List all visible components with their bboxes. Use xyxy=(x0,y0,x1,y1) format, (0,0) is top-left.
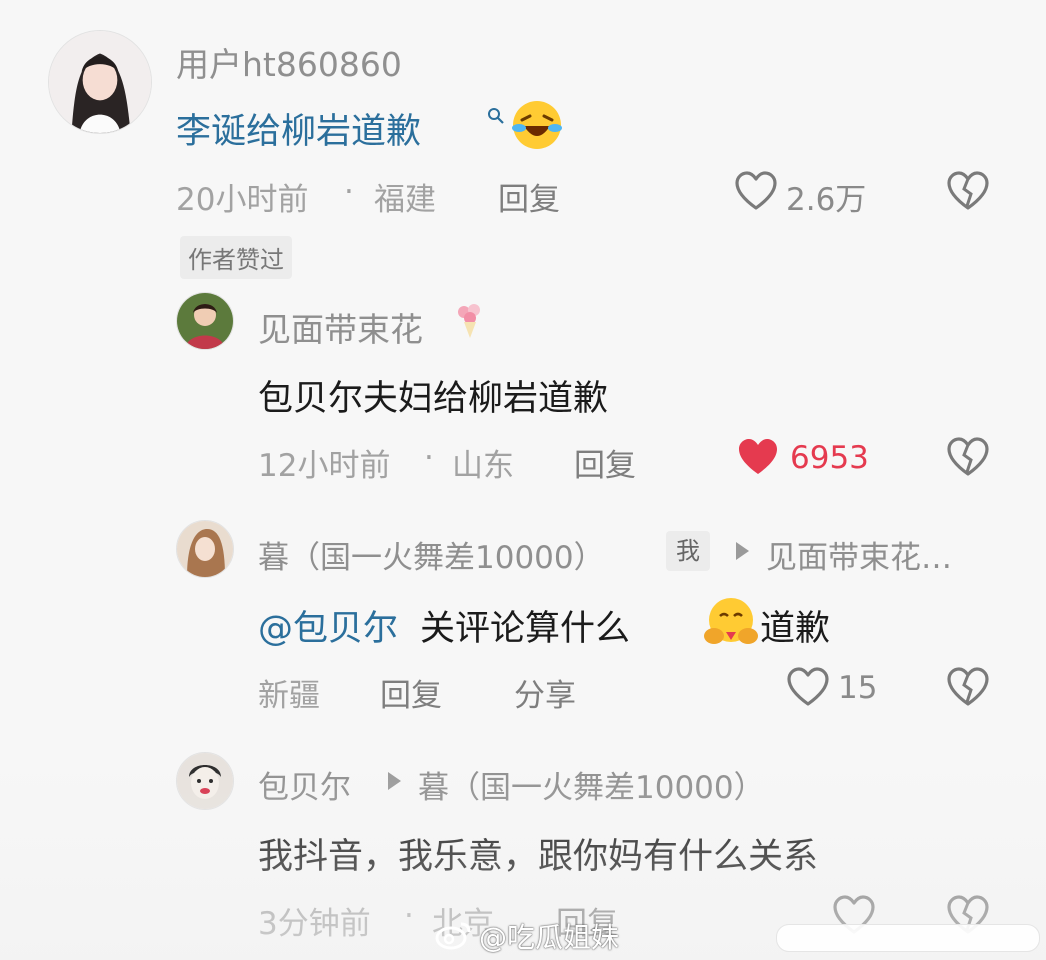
separator: · xyxy=(344,174,354,210)
username[interactable]: 包贝尔 xyxy=(258,762,351,807)
comment-text-end: 道歉 xyxy=(760,609,831,649)
search-icon[interactable] xyxy=(486,106,506,130)
hugging-face-emoji-icon xyxy=(704,596,758,652)
comment-time: 3分钟前 xyxy=(258,906,371,942)
comment-3: 暮（国一火舞差10000） 我 见面带束花… @包贝尔 关评论算什么 道歉 新疆… xyxy=(0,500,1046,740)
username[interactable]: 用户ht860860 xyxy=(176,38,402,86)
comment-1: 用户ht860860 李诞给柳岩道歉 20小时前 · 福建 回复 2.6万 作者… xyxy=(0,0,1046,280)
weibo-logo-icon xyxy=(435,918,473,954)
mention-link[interactable]: @包贝尔 xyxy=(258,600,398,651)
bouquet-emoji-icon xyxy=(450,300,490,344)
comment-location: 福建 xyxy=(374,182,436,218)
me-tag: 我 xyxy=(666,531,710,571)
comment-2: 见面带束花 包贝尔夫妇给柳岩道歉 12小时前 · 山东 回复 6953 xyxy=(0,280,1046,500)
comment-location: 山东 xyxy=(452,448,514,484)
reply-button[interactable]: 回复 xyxy=(380,670,442,715)
username[interactable]: 见面带束花 xyxy=(258,303,423,351)
comment-time: 12小时前 xyxy=(258,448,391,484)
separator: · xyxy=(424,440,434,476)
like-count: 15 xyxy=(838,670,878,706)
broken-heart-icon[interactable] xyxy=(946,436,990,482)
like-count: 2.6万 xyxy=(786,182,867,218)
heart-outline-icon[interactable] xyxy=(786,666,830,712)
reply-button[interactable]: 回复 xyxy=(498,174,560,219)
reply-arrow-icon xyxy=(736,542,749,560)
reply-button[interactable]: 回复 xyxy=(574,440,636,485)
heart-outline-icon[interactable] xyxy=(734,170,778,216)
separator: · xyxy=(404,898,414,934)
comment-text: 我抖音，我乐意，跟你妈有什么关系 xyxy=(258,837,819,877)
avatar[interactable] xyxy=(48,30,152,134)
avatar[interactable] xyxy=(176,520,234,578)
comment-text: 关评论算什么 xyxy=(420,609,631,649)
comment-text-link[interactable]: 李诞给柳岩道歉 xyxy=(176,103,421,154)
reply-to-username[interactable]: 见面带束花… xyxy=(766,532,952,577)
author-liked-tag: 作者赞过 xyxy=(180,236,292,279)
like-count: 6953 xyxy=(790,440,869,476)
laughing-crying-emoji-icon xyxy=(510,98,564,156)
comment-time: 20小时前 xyxy=(176,182,309,218)
reply-to-username[interactable]: 暮（国一火舞差10000） xyxy=(418,762,765,807)
heart-filled-icon[interactable] xyxy=(736,436,780,482)
avatar[interactable] xyxy=(176,292,234,350)
watermark-text: @吃瓜姐妹 xyxy=(479,921,620,954)
input-bar-hint[interactable] xyxy=(776,924,1040,952)
share-button[interactable]: 分享 xyxy=(514,670,576,715)
reply-arrow-icon xyxy=(388,772,401,790)
broken-heart-icon[interactable] xyxy=(946,666,990,712)
username[interactable]: 暮（国一火舞差10000） xyxy=(258,532,605,577)
avatar[interactable] xyxy=(176,752,234,810)
broken-heart-icon[interactable] xyxy=(946,170,990,216)
comment-location: 新疆 xyxy=(258,678,320,714)
comment-text: 包贝尔夫妇给柳岩道歉 xyxy=(258,379,609,419)
